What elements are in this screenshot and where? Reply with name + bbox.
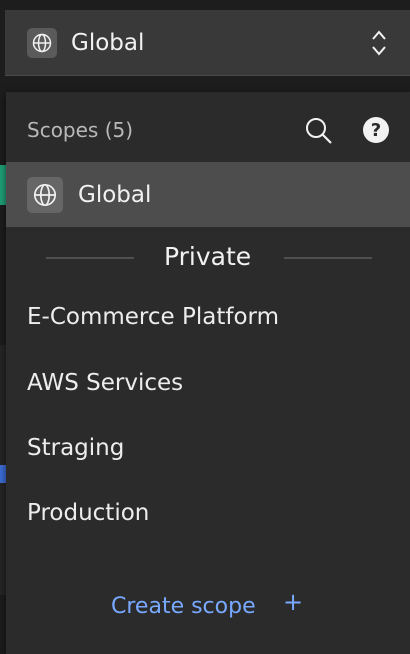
search-icon[interactable] bbox=[304, 116, 334, 146]
section-divider-private: Private bbox=[6, 232, 410, 282]
scope-item-global[interactable]: Global bbox=[6, 162, 410, 227]
dropdown-title: Scopes (5) bbox=[27, 118, 134, 142]
scope-dropdown: Scopes (5) ? Global Private E-Commerce P… bbox=[6, 92, 410, 654]
scope-item-ecommerce-platform[interactable]: E-Commerce Platform bbox=[27, 304, 279, 330]
chevron-up-down-icon bbox=[372, 30, 386, 60]
scope-selector-label: Global bbox=[71, 29, 145, 56]
dropdown-header: Scopes (5) ? bbox=[6, 92, 410, 162]
globe-icon bbox=[27, 176, 63, 213]
plus-icon: + bbox=[283, 588, 304, 616]
divider-line bbox=[46, 257, 134, 259]
create-scope-button[interactable]: Create scope + bbox=[6, 582, 410, 632]
scope-selector[interactable]: Global bbox=[5, 10, 410, 76]
scope-item-straging[interactable]: Straging bbox=[27, 435, 124, 461]
globe-icon bbox=[27, 27, 57, 58]
scope-item-aws-services[interactable]: AWS Services bbox=[27, 370, 183, 396]
scope-item-label: Global bbox=[78, 181, 152, 208]
create-scope-label: Create scope bbox=[111, 594, 256, 619]
scope-item-production[interactable]: Production bbox=[27, 500, 149, 526]
help-icon[interactable]: ? bbox=[363, 117, 389, 143]
section-label: Private bbox=[164, 242, 252, 271]
divider-line bbox=[284, 257, 372, 259]
